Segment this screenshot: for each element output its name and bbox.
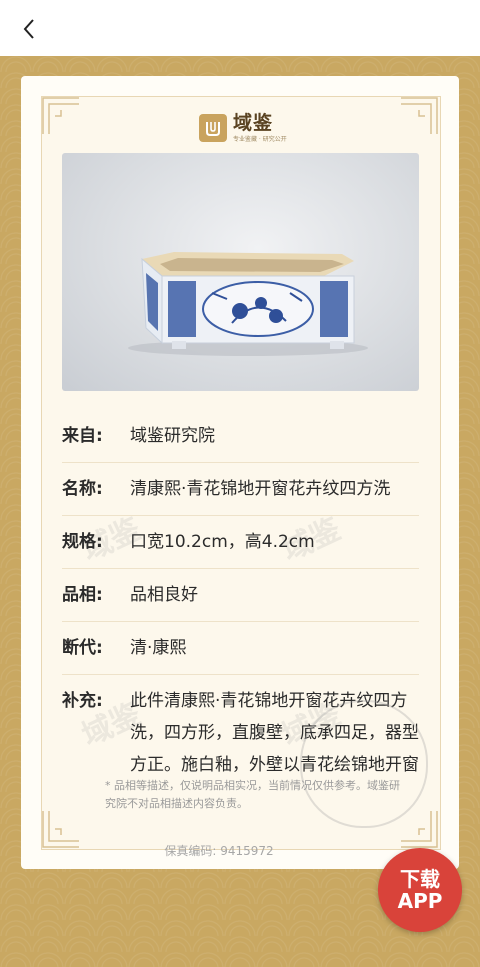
- detail-label: 规格:: [62, 532, 103, 552]
- authenticity-code: 保真编码: 9415972: [0, 842, 438, 859]
- top-nav-bar: [0, 0, 480, 56]
- brand-logo: 域鉴 专业鉴藏 · 研究公开: [199, 113, 287, 143]
- disclaimer-text: * 品相等描述，仅说明品相实况，当前情况仅供参考。域鉴研究院不对品相描述内容负责…: [105, 779, 400, 810]
- brand-name: 域鉴: [233, 112, 274, 134]
- detail-value: 口宽10.2cm，高4.2cm: [130, 532, 315, 552]
- detail-label: 来自:: [62, 426, 103, 446]
- download-button-line2: APP: [397, 889, 443, 913]
- detail-row-name: 名称: 清康熙·青花锦地开窗花卉纹四方洗: [62, 463, 419, 516]
- detail-value: 清·康熙: [130, 638, 187, 658]
- corner-ornament-icon: [42, 97, 79, 134]
- detail-value: 品相良好: [130, 585, 198, 605]
- chevron-left-icon: [23, 19, 34, 39]
- detail-row-source: 来自: 域鉴研究院: [62, 410, 419, 463]
- authenticity-code-value: 9415972: [220, 844, 274, 858]
- detail-value: 清康熙·青花锦地开窗花卉纹四方洗: [130, 479, 391, 499]
- detail-row-dating: 断代: 清·康熙: [62, 622, 419, 675]
- porcelain-washer-image: [128, 252, 368, 356]
- detail-label: 断代:: [62, 638, 103, 658]
- product-photo[interactable]: [62, 153, 419, 391]
- brand-tagline: 专业鉴藏 · 研究公开: [233, 136, 287, 143]
- download-app-button[interactable]: 下载 APP: [378, 848, 462, 932]
- download-button-line1: 下载: [400, 867, 440, 891]
- logo-mark-icon: [199, 114, 227, 142]
- detail-label: 补充:: [62, 691, 103, 711]
- detail-label: 品相:: [62, 585, 103, 605]
- detail-value: 域鉴研究院: [130, 426, 215, 446]
- corner-ornament-icon: [401, 97, 438, 134]
- detail-label: 名称:: [62, 479, 103, 499]
- detail-row-size: 规格: 口宽10.2cm，高4.2cm: [62, 516, 419, 569]
- authenticity-code-label: 保真编码:: [164, 844, 217, 858]
- back-button[interactable]: [14, 14, 44, 44]
- detail-row-condition: 品相: 品相良好: [62, 569, 419, 622]
